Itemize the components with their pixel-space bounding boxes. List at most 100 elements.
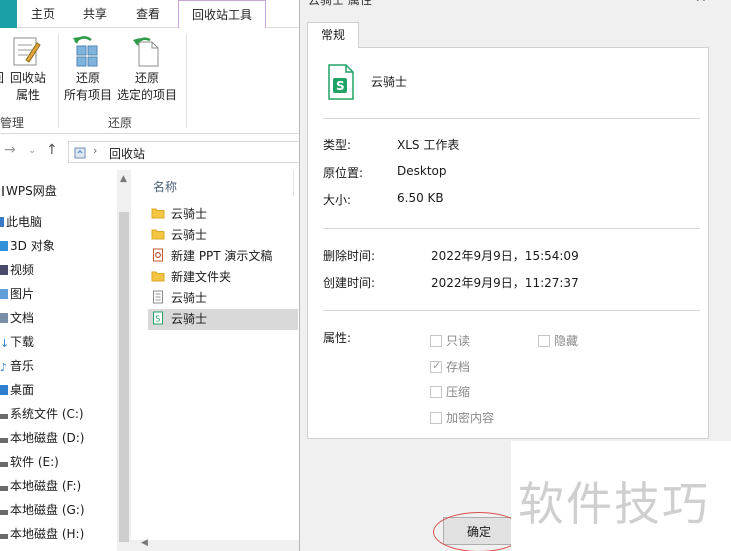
checkbox-box[interactable]	[430, 412, 442, 424]
breadcrumb-chevron-icon: ›	[93, 144, 98, 157]
drive-icon	[0, 510, 8, 515]
horizontal-scrollbar[interactable]: ◀	[131, 538, 300, 551]
address-bar: → ⌄ ↑ › 回收站	[0, 138, 300, 166]
nav-item-drive-e[interactable]: 软件 (E:)	[0, 451, 59, 473]
nav-item-label: WPS网盘	[6, 184, 57, 198]
nav-item-drive-g[interactable]: 本地磁盘 (G:)	[0, 499, 85, 521]
checkbox-label: 压缩	[446, 385, 471, 399]
origin-value: Desktop	[397, 164, 447, 178]
excel-file-icon: S	[153, 311, 163, 325]
restore-selected-icon	[133, 37, 159, 67]
button-label-line2: 属性	[15, 88, 40, 102]
scroll-up-icon[interactable]: ▲	[120, 174, 127, 184]
nav-item-wps-drive[interactable]: WPS网盘	[0, 180, 57, 202]
button-label-line1: 还原	[75, 71, 100, 85]
chevron-down-icon[interactable]: ⌄	[28, 145, 36, 156]
nav-item-3d-objects[interactable]: 3D 对象	[0, 235, 55, 257]
scroll-left-icon[interactable]: ◀	[141, 538, 148, 548]
encrypt-checkbox[interactable]: 加密内容	[430, 409, 494, 426]
list-item-selected[interactable]: S 云骑士	[148, 309, 298, 330]
nav-item-downloads[interactable]: ↓下载	[0, 331, 34, 353]
nav-item-videos[interactable]: 视频	[0, 259, 34, 281]
nav-item-label: 本地磁盘 (G:)	[10, 503, 85, 517]
recycle-bin-icon	[74, 147, 86, 159]
nav-item-label: 系统文件 (C:)	[10, 407, 84, 421]
desktop-icon	[0, 385, 8, 395]
compress-checkbox[interactable]: 压缩	[430, 383, 470, 400]
forward-arrow-icon[interactable]: →	[4, 142, 16, 158]
group-separator	[58, 34, 59, 128]
list-item[interactable]: 云骑士	[151, 288, 301, 309]
drive-icon	[0, 534, 8, 539]
tab-share[interactable]: 共享	[72, 0, 118, 28]
up-arrow-icon[interactable]: ↑	[46, 142, 58, 158]
nav-item-music[interactable]: ♪ 音乐	[0, 355, 34, 377]
nav-item-label: 本地磁盘 (D:)	[10, 431, 85, 445]
nav-item-desktop[interactable]: 桌面	[0, 379, 34, 401]
nav-item-label: 图片	[10, 287, 35, 301]
document-icon	[0, 313, 8, 323]
file-name: 云骑士	[171, 207, 208, 221]
tab-home[interactable]: 主页	[20, 0, 66, 28]
file-name: 新建文件夹	[171, 270, 232, 284]
tab-view[interactable]: 查看	[125, 0, 171, 28]
ribbon-tabs: 主页 共享 查看 回收站工具	[0, 0, 300, 29]
deleted-time-label: 删除时间:	[323, 249, 376, 263]
nav-item-drive-f[interactable]: 本地磁盘 (F:)	[0, 475, 81, 497]
button-label-line2: 选定的项目	[116, 88, 177, 102]
checkbox-box-checked[interactable]	[430, 359, 442, 373]
close-icon[interactable]: ✕	[695, 0, 707, 6]
folder-icon	[151, 208, 165, 219]
recycle-bin-properties-button[interactable]: 回 回收站 属性	[0, 34, 50, 104]
cloud-icon	[0, 186, 4, 196]
ok-button[interactable]: 确定	[443, 517, 515, 545]
navigation-pane: WPS网盘 此电脑 3D 对象 视频 图片 文档 ↓下载 ♪ 音乐 桌面 系统文件…	[0, 170, 131, 551]
archive-checkbox[interactable]: 存档	[430, 358, 470, 375]
restore-selected-button[interactable]: 还原 选定的项目	[116, 34, 178, 104]
checkbox-box[interactable]	[430, 335, 442, 347]
drive-icon	[0, 414, 8, 419]
tab-general[interactable]: 常规	[307, 22, 359, 48]
tab-recycle-bin-tools[interactable]: 回收站工具	[178, 0, 266, 29]
nav-item-label: 此电脑	[6, 215, 43, 229]
file-name: 云骑士	[171, 291, 208, 305]
svg-text:S: S	[155, 315, 160, 324]
folder-icon	[151, 229, 165, 240]
nav-item-documents[interactable]: 文档	[0, 307, 34, 329]
list-item[interactable]: 云骑士	[151, 225, 301, 246]
readonly-checkbox[interactable]: 只读	[430, 332, 470, 349]
file-name: 云骑士	[171, 312, 208, 326]
checkbox-box[interactable]	[538, 335, 550, 347]
scroll-thumb[interactable]	[119, 212, 129, 542]
list-item[interactable]: 新建 PPT 演示文稿	[151, 246, 301, 267]
navigation-scrollbar[interactable]: ▲	[117, 170, 131, 551]
properties-icon	[13, 37, 41, 66]
folder-icon	[151, 271, 165, 282]
download-arrow-icon: ↓	[0, 337, 10, 350]
hidden-checkbox[interactable]: 隐藏	[538, 332, 578, 349]
file-tab[interactable]	[0, 0, 17, 28]
restore-all-button[interactable]: 还原 所有项目	[60, 34, 116, 104]
checkbox-label: 加密内容	[446, 411, 495, 425]
file-name-field[interactable]: 云骑士	[371, 73, 407, 90]
list-item[interactable]: 新建文件夹	[151, 267, 301, 288]
dialog-title: 云骑士 属性	[308, 0, 372, 7]
svg-text:S: S	[336, 79, 345, 93]
list-item[interactable]: 云骑士	[151, 204, 301, 225]
video-icon	[0, 265, 8, 275]
nav-item-drive-h[interactable]: 本地磁盘 (H:)	[0, 523, 84, 545]
nav-item-label: 桌面	[10, 383, 35, 397]
button-label-line1: 还原	[134, 71, 159, 85]
nav-item-drive-c[interactable]: 系统文件 (C:)	[0, 403, 84, 425]
group-label-manage: 管理	[0, 116, 25, 130]
created-time-label: 创建时间:	[323, 276, 376, 290]
address-box[interactable]: › 回收站	[68, 141, 300, 163]
breadcrumb-location[interactable]: 回收站	[109, 145, 145, 162]
column-header-name[interactable]: 名称	[153, 178, 177, 195]
nav-item-drive-d[interactable]: 本地磁盘 (D:)	[0, 427, 84, 449]
checkbox-label: 隐藏	[554, 334, 579, 348]
nav-item-this-pc[interactable]: 此电脑	[0, 211, 42, 233]
checkbox-box[interactable]	[430, 386, 442, 398]
nav-item-pictures[interactable]: 图片	[0, 283, 34, 305]
computer-icon	[0, 217, 4, 227]
